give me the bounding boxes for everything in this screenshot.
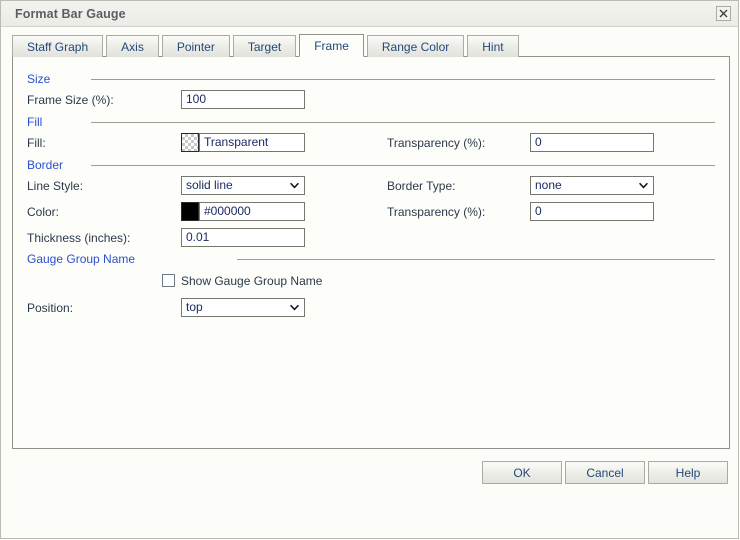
- tab-label: Frame: [314, 39, 349, 53]
- tab-label: Staff Graph: [27, 40, 88, 54]
- tab-range-color[interactable]: Range Color: [367, 35, 464, 57]
- border-type-select[interactable]: none: [530, 176, 654, 195]
- close-icon[interactable]: [716, 6, 731, 21]
- line-style-label: Line Style:: [27, 176, 83, 196]
- tab-staff-graph[interactable]: Staff Graph: [12, 35, 103, 57]
- border-color-input[interactable]: #000000: [199, 202, 305, 221]
- border-color-label: Color:: [27, 202, 59, 222]
- tab-frame[interactable]: Frame: [299, 34, 364, 57]
- border-color-swatch[interactable]: [181, 202, 199, 221]
- line-style-select[interactable]: solid line: [181, 176, 305, 195]
- thickness-label: Thickness (inches):: [27, 228, 130, 248]
- format-bar-gauge-dialog: Format Bar Gauge Staff Graph Axis Pointe…: [0, 0, 739, 539]
- chevron-down-icon: [290, 304, 299, 311]
- thickness-input[interactable]: 0.01: [181, 228, 305, 247]
- ok-button[interactable]: OK: [482, 461, 562, 484]
- frame-size-input[interactable]: 100: [181, 90, 305, 109]
- ok-button-label: OK: [513, 466, 530, 480]
- position-value: top: [186, 300, 203, 314]
- section-rule-gauge-group-name: [237, 259, 715, 260]
- show-gauge-group-name-label: Show Gauge Group Name: [181, 271, 322, 291]
- section-rule-border: [91, 165, 715, 166]
- cancel-button-label: Cancel: [586, 466, 623, 480]
- tab-target[interactable]: Target: [233, 35, 296, 57]
- fill-transparency-input[interactable]: 0: [530, 133, 654, 152]
- border-type-label: Border Type:: [387, 176, 455, 196]
- border-transparency-label: Transparency (%):: [387, 202, 485, 222]
- border-type-value: none: [535, 178, 562, 192]
- tab-label: Target: [248, 40, 281, 54]
- help-button[interactable]: Help: [648, 461, 728, 484]
- tab-pointer[interactable]: Pointer: [162, 35, 230, 57]
- dialog-titlebar: Format Bar Gauge: [1, 1, 738, 27]
- cancel-button[interactable]: Cancel: [565, 461, 645, 484]
- fill-label: Fill:: [27, 133, 46, 153]
- tab-label: Axis: [121, 40, 144, 54]
- chevron-down-icon: [290, 182, 299, 189]
- chevron-down-icon: [639, 182, 648, 189]
- section-header-gauge-group-name: Gauge Group Name: [27, 251, 135, 267]
- tab-label: Hint: [482, 40, 503, 54]
- fill-color-swatch[interactable]: [181, 133, 199, 152]
- help-button-label: Help: [676, 466, 701, 480]
- fill-value-input[interactable]: Transparent: [199, 133, 305, 152]
- section-header-fill: Fill: [27, 114, 42, 130]
- section-header-border: Border: [27, 157, 63, 173]
- position-label: Position:: [27, 298, 73, 318]
- tab-bar: Staff Graph Axis Pointer Target Frame Ra…: [12, 34, 522, 57]
- tab-hint[interactable]: Hint: [467, 35, 518, 57]
- tab-label: Pointer: [177, 40, 215, 54]
- tab-label: Range Color: [382, 40, 449, 54]
- border-transparency-input[interactable]: 0: [530, 202, 654, 221]
- fill-transparency-label: Transparency (%):: [387, 133, 485, 153]
- frame-tab-panel: Size Frame Size (%): 100 Fill Fill: Tran…: [12, 56, 730, 449]
- tab-axis[interactable]: Axis: [106, 35, 159, 57]
- section-header-size: Size: [27, 71, 50, 87]
- section-rule-fill: [91, 122, 715, 123]
- line-style-value: solid line: [186, 178, 233, 192]
- frame-size-label: Frame Size (%):: [27, 90, 114, 110]
- dialog-title: Format Bar Gauge: [15, 7, 126, 21]
- position-select[interactable]: top: [181, 298, 305, 317]
- show-gauge-group-name-checkbox[interactable]: [162, 274, 175, 287]
- section-rule-size: [91, 79, 715, 80]
